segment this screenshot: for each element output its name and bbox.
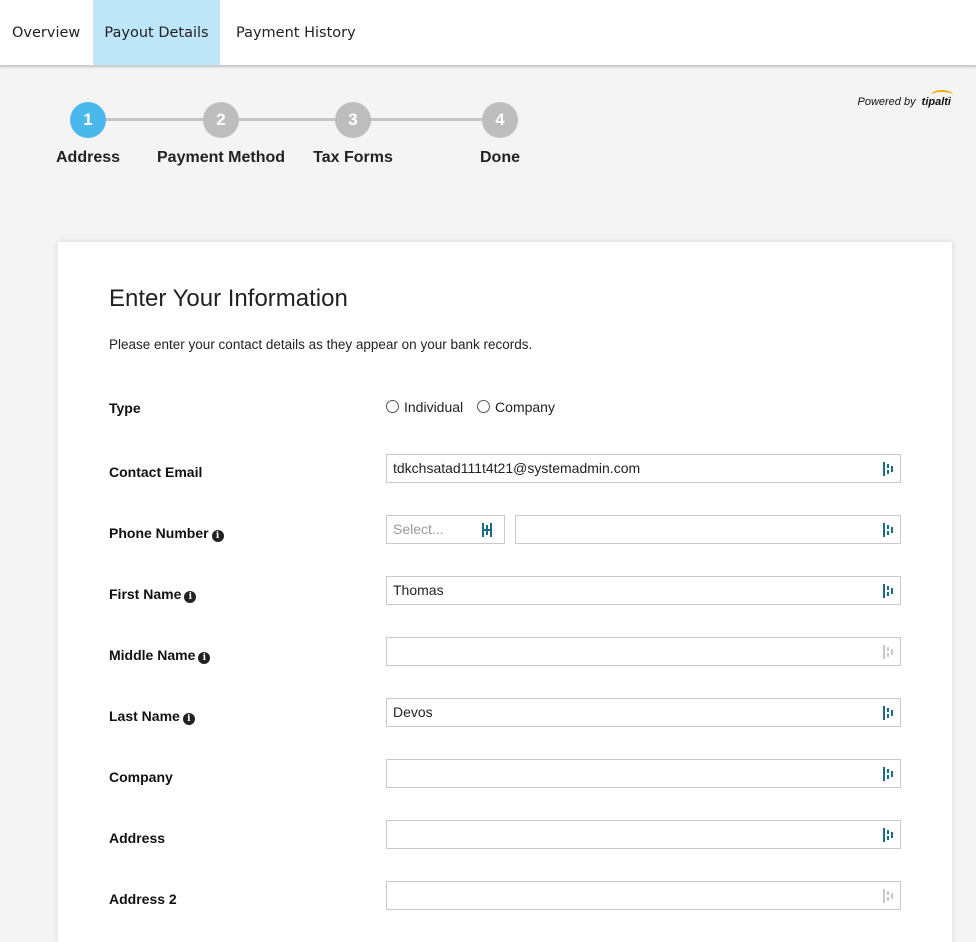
company-radio[interactable] — [477, 400, 491, 413]
form-subtitle: Please enter your contact details as the… — [109, 337, 533, 352]
tab-payout-details[interactable]: Payout Details — [93, 0, 220, 65]
autofill-icon[interactable] — [883, 828, 895, 842]
type-label: Type — [109, 400, 141, 416]
step-3-circle: 3 — [335, 102, 371, 138]
powered-by: Powered by tipalti — [857, 90, 953, 108]
individual-radio-label: Individual — [404, 399, 464, 415]
form-title: Enter Your Information — [109, 285, 348, 312]
info-icon[interactable]: i — [211, 530, 224, 542]
information-form-card: Enter Your Information Please enter your… — [58, 242, 952, 942]
step-4-label: Done — [480, 149, 520, 166]
company-radio-label: Company — [495, 399, 555, 415]
last-name-label: Last Name i — [109, 708, 195, 725]
top-tab-bar: Overview Payout Details Payment History — [0, 0, 976, 67]
step-2-label: Payment Method — [156, 149, 286, 166]
autofill-icon[interactable] — [482, 523, 494, 537]
step-1-circle: 1 — [70, 102, 106, 138]
autofill-icon[interactable] — [883, 523, 895, 537]
address-2-field[interactable] — [386, 881, 901, 910]
individual-radio[interactable] — [386, 400, 399, 413]
contact-email-field[interactable]: tdkchsatad111t4t21@systemadmin.com — [386, 454, 901, 483]
autofill-icon[interactable] — [883, 584, 895, 598]
phone-country-code-placeholder: Select... — [393, 521, 444, 537]
first-name-label-text: First Name — [109, 586, 182, 602]
address-label: Address — [109, 830, 166, 846]
address-field[interactable] — [386, 820, 901, 849]
company-label: Company — [109, 769, 173, 785]
last-name-value: Devos — [393, 704, 433, 720]
contact-email-value: tdkchsatad111t4t21@systemadmin.com — [393, 460, 641, 476]
step-4-circle: 4 — [482, 102, 518, 138]
phone-country-code-select[interactable]: Select... — [386, 515, 505, 544]
autofill-icon[interactable] — [883, 645, 895, 659]
last-name-field[interactable]: Devos — [386, 698, 901, 727]
middle-name-field[interactable] — [386, 637, 901, 666]
company-field[interactable] — [386, 759, 901, 788]
autofill-icon[interactable] — [883, 767, 895, 781]
autofill-icon[interactable] — [883, 462, 895, 476]
address-2-label: Address 2 — [109, 891, 177, 907]
first-name-label: First Name i — [109, 586, 197, 603]
step-2-circle: 2 — [203, 102, 239, 138]
step-connector — [104, 118, 204, 121]
type-radio-group: Individual Company — [386, 399, 565, 415]
autofill-icon[interactable] — [883, 889, 895, 903]
phone-number-label: Phone Number i — [109, 525, 224, 542]
middle-name-label-text: Middle Name — [109, 647, 196, 663]
middle-name-label: Middle Name i — [109, 647, 211, 664]
first-name-value: Thomas — [393, 582, 444, 598]
info-icon[interactable]: i — [184, 591, 197, 603]
info-icon[interactable]: i — [198, 652, 211, 664]
contact-email-label: Contact Email — [109, 464, 203, 480]
step-connector — [238, 118, 335, 121]
tab-payment-history[interactable]: Payment History — [236, 0, 356, 65]
phone-number-field[interactable] — [515, 515, 901, 544]
info-icon[interactable]: i — [182, 713, 195, 725]
tab-overview[interactable]: Overview — [12, 0, 80, 65]
tipalti-logo-arc-icon — [931, 90, 953, 100]
phone-number-label-text: Phone Number — [109, 525, 209, 541]
first-name-field[interactable]: Thomas — [386, 576, 901, 605]
step-connector — [370, 118, 482, 121]
step-1-label: Address — [55, 149, 121, 166]
powered-by-text: Powered by — [857, 96, 916, 108]
autofill-icon[interactable] — [883, 706, 895, 720]
step-3-label: Tax Forms — [313, 149, 393, 166]
last-name-label-text: Last Name — [109, 708, 180, 724]
